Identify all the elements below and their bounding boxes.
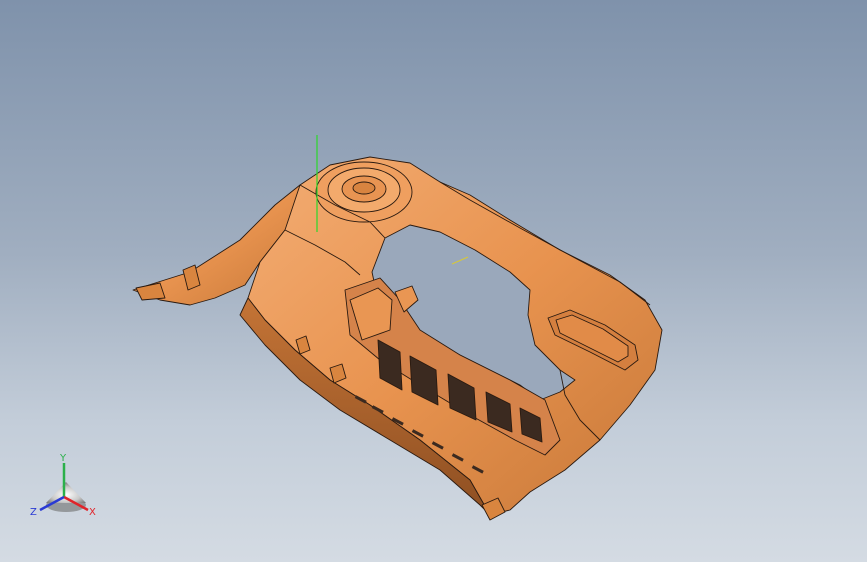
model-canvas[interactable]: Y X Z [0, 0, 867, 562]
triad-y-label: Y [59, 453, 67, 464]
console-part-model[interactable] [132, 156, 663, 521]
left-wing-tab [135, 282, 166, 301]
cup-holder-hole [352, 181, 376, 195]
reference-triad[interactable]: Y X Z [30, 453, 96, 518]
triad-x-label: X [89, 507, 96, 518]
triad-z-label: Z [30, 507, 37, 518]
graphics-viewport[interactable]: Y X Z [0, 0, 867, 562]
triad-cone-icon [46, 482, 86, 503]
